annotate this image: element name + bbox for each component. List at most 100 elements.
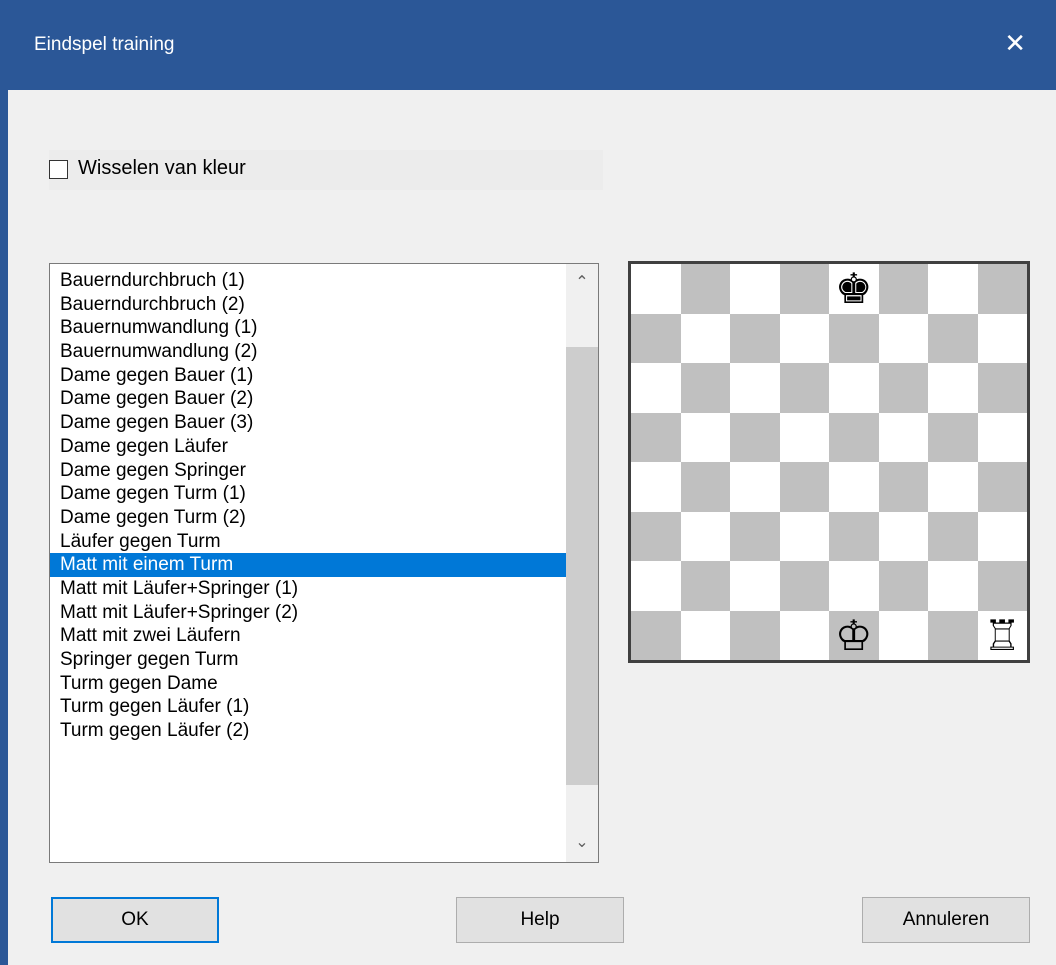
board-square-h2 — [977, 561, 1027, 611]
board-square-a8 — [631, 264, 681, 314]
scroll-thumb[interactable] — [566, 347, 598, 785]
board-square-c2 — [730, 561, 780, 611]
board-square-d5 — [779, 412, 829, 462]
board-square-d2 — [779, 561, 829, 611]
board-square-g1 — [928, 610, 978, 660]
board-square-e5 — [829, 412, 879, 462]
board-square-d3 — [779, 511, 829, 561]
board-square-e3 — [829, 511, 879, 561]
board-square-a7 — [631, 313, 681, 363]
list-item[interactable]: Turm gegen Dame — [50, 672, 566, 696]
board-square-e2 — [829, 561, 879, 611]
board-square-g5 — [928, 412, 978, 462]
board-square-c7 — [730, 313, 780, 363]
scroll-up-icon[interactable]: ⌃ — [566, 268, 598, 298]
board-square-g8 — [928, 264, 978, 314]
list-item[interactable]: Dame gegen Turm (1) — [50, 482, 566, 506]
board-square-f4 — [878, 462, 928, 512]
board-square-g2 — [928, 561, 978, 611]
board-square-c8 — [730, 264, 780, 314]
list-item[interactable]: Läufer gegen Turm — [50, 530, 566, 554]
board-square-h3 — [977, 511, 1027, 561]
list-item[interactable]: Dame gegen Bauer (3) — [50, 411, 566, 435]
board-square-a2 — [631, 561, 681, 611]
window-border — [0, 90, 8, 965]
board-square-b8 — [680, 264, 730, 314]
endgame-list-items: Bauerndurchbruch (1) Bauerndurchbruch (2)… — [50, 269, 566, 743]
board-square-h6 — [977, 363, 1027, 413]
list-item[interactable]: Springer gegen Turm — [50, 648, 566, 672]
board-square-c6 — [730, 363, 780, 413]
board-square-f8 — [878, 264, 928, 314]
list-item[interactable]: Dame gegen Bauer (1) — [50, 364, 566, 388]
close-icon[interactable]: ✕ — [1004, 30, 1026, 56]
list-item[interactable]: Dame gegen Springer — [50, 459, 566, 483]
board-square-h7 — [977, 313, 1027, 363]
black-king-icon: ♚ — [834, 264, 873, 313]
board-square-b2 — [680, 561, 730, 611]
endgame-list[interactable]: Bauerndurchbruch (1) Bauerndurchbruch (2)… — [49, 263, 599, 863]
list-item[interactable]: Turm gegen Läufer (1) — [50, 695, 566, 719]
scroll-down-icon[interactable]: ⌄ — [566, 828, 598, 858]
list-item[interactable]: Dame gegen Turm (2) — [50, 506, 566, 530]
board-square-e7 — [829, 313, 879, 363]
list-item[interactable]: Bauerndurchbruch (2) — [50, 293, 566, 317]
board-square-c1 — [730, 610, 780, 660]
board-square-c5 — [730, 412, 780, 462]
help-button[interactable]: Help — [456, 897, 624, 943]
board-square-e6 — [829, 363, 879, 413]
board-square-a4 — [631, 462, 681, 512]
board-square-a1 — [631, 610, 681, 660]
board-square-d6 — [779, 363, 829, 413]
white-king-icon: ♔ — [834, 610, 873, 660]
board-square-h5 — [977, 412, 1027, 462]
board-square-f5 — [878, 412, 928, 462]
list-item[interactable]: Turm gegen Läufer (2) — [50, 719, 566, 743]
board-square-c4 — [730, 462, 780, 512]
list-item[interactable]: Matt mit einem Turm — [50, 553, 566, 577]
board-square-d8 — [779, 264, 829, 314]
board-square-f3 — [878, 511, 928, 561]
list-item[interactable]: Dame gegen Bauer (2) — [50, 387, 566, 411]
board-square-g4 — [928, 462, 978, 512]
board-square-e4 — [829, 462, 879, 512]
swap-colors-label: Wisselen van kleur — [78, 157, 246, 179]
board-square-a6 — [631, 363, 681, 413]
board-square-a5 — [631, 412, 681, 462]
board-square-b4 — [680, 462, 730, 512]
board-square-a3 — [631, 511, 681, 561]
window-title: Eindspel training — [34, 34, 175, 55]
title-bar: Eindspel training ✕ — [0, 0, 1056, 90]
chess-board-preview: ♚ ♔ ♖ — [628, 261, 1030, 663]
board-square-b7 — [680, 313, 730, 363]
white-rook-icon: ♖ — [983, 610, 1022, 660]
board-square-f6 — [878, 363, 928, 413]
ok-button[interactable]: OK — [51, 897, 219, 943]
cancel-button[interactable]: Annuleren — [862, 897, 1030, 943]
list-item[interactable]: Dame gegen Läufer — [50, 435, 566, 459]
board-square-d1 — [779, 610, 829, 660]
board-square-h8 — [977, 264, 1027, 314]
list-item[interactable]: Bauerndurchbruch (1) — [50, 269, 566, 293]
board-square-h4 — [977, 462, 1027, 512]
board-square-f1 — [878, 610, 928, 660]
board-square-d7 — [779, 313, 829, 363]
board-square-d4 — [779, 462, 829, 512]
list-item[interactable]: Matt mit Läufer+Springer (2) — [50, 601, 566, 625]
board-square-b6 — [680, 363, 730, 413]
board-square-c3 — [730, 511, 780, 561]
list-item[interactable]: Matt mit zwei Läufern — [50, 624, 566, 648]
list-item[interactable]: Bauernumwandlung (2) — [50, 340, 566, 364]
swap-colors-option[interactable]: Wisselen van kleur — [49, 150, 603, 190]
board-square-f2 — [878, 561, 928, 611]
board-square-g6 — [928, 363, 978, 413]
swap-colors-checkbox[interactable] — [49, 160, 68, 179]
list-item[interactable]: Matt mit Läufer+Springer (1) — [50, 577, 566, 601]
list-item[interactable]: Bauernumwandlung (1) — [50, 316, 566, 340]
board-square-g3 — [928, 511, 978, 561]
board-square-f7 — [878, 313, 928, 363]
list-scrollbar[interactable]: ⌃ ⌄ — [566, 264, 598, 862]
board-square-b5 — [680, 412, 730, 462]
board-square-b3 — [680, 511, 730, 561]
board-square-b1 — [680, 610, 730, 660]
